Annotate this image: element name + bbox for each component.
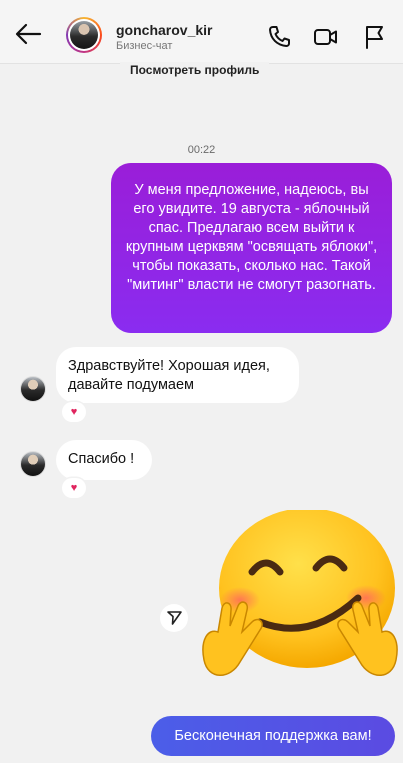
chat-subtitle: Бизнес-чат bbox=[116, 40, 173, 52]
flag-icon[interactable] bbox=[362, 24, 388, 50]
phone-icon[interactable] bbox=[266, 24, 292, 50]
outgoing-message[interactable]: У меня предложение, надеюсь, вы его увид… bbox=[111, 163, 392, 333]
incoming-message[interactable]: Спасибо ! bbox=[56, 440, 152, 480]
video-camera-icon[interactable] bbox=[313, 24, 339, 50]
heart-reaction-icon[interactable]: ♥ bbox=[62, 478, 86, 498]
arrow-left-icon[interactable] bbox=[14, 22, 42, 46]
sender-avatar[interactable] bbox=[20, 451, 46, 477]
sender-avatar[interactable] bbox=[20, 376, 46, 402]
chat-header: goncharov_kir Бизнес-чат bbox=[0, 0, 403, 64]
share-icon bbox=[167, 611, 182, 625]
hugging-face-emoji[interactable] bbox=[200, 510, 400, 690]
incoming-message[interactable]: Здравствуйте! Хорошая идея, давайте поду… bbox=[56, 347, 299, 403]
heart-reaction-icon[interactable]: ♥ bbox=[62, 402, 86, 422]
message-timestamp: 00:22 bbox=[187, 144, 216, 156]
avatar-image bbox=[70, 21, 98, 49]
chat-username[interactable]: goncharov_kir bbox=[116, 22, 212, 38]
outgoing-message[interactable]: Бесконечная поддержка вам! bbox=[151, 716, 395, 756]
share-button[interactable] bbox=[160, 604, 188, 632]
view-profile-button[interactable]: Посмотреть профиль bbox=[120, 62, 270, 82]
avatar[interactable] bbox=[66, 17, 102, 53]
